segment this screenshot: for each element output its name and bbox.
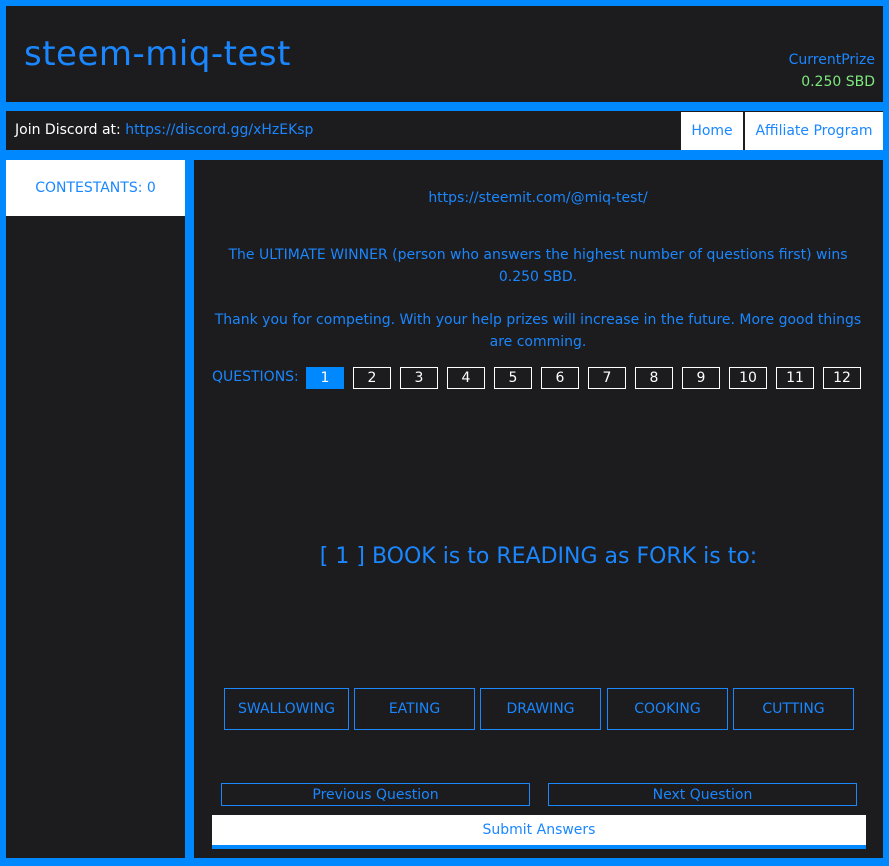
answer-button-drawing[interactable]: DRAWING xyxy=(480,688,601,730)
sidebar: CONTESTANTS: 0 xyxy=(6,160,185,858)
answer-button-cooking[interactable]: COOKING xyxy=(607,688,728,730)
question-text: [ 1 ] BOOK is to READING as FORK is to: xyxy=(319,544,758,569)
question-button-10[interactable]: 10 xyxy=(729,367,767,389)
current-prize-value: 0.250 SBD xyxy=(801,74,875,90)
quiz-panel: https://steemit.com/@miq-test/ The ULTIM… xyxy=(194,160,883,858)
answer-button-swallowing[interactable]: SWALLOWING xyxy=(224,688,349,730)
question-button-9[interactable]: 9 xyxy=(682,367,720,389)
question-button-1[interactable]: 1 xyxy=(306,367,344,389)
winner-info-text: The ULTIMATE WINNER (person who answers … xyxy=(228,247,848,285)
answer-button-eating[interactable]: EATING xyxy=(354,688,475,730)
question-button-5[interactable]: 5 xyxy=(494,367,532,389)
current-prize-label: CurrentPrize xyxy=(788,52,875,68)
contestants-count: CONTESTANTS: 0 xyxy=(6,160,185,216)
steemit-profile-link[interactable]: https://steemit.com/@miq-test/ xyxy=(208,187,868,209)
question-button-3[interactable]: 3 xyxy=(400,367,438,389)
site-title: steem-miq-test xyxy=(24,34,291,74)
nav-bar: Join Discord at: https://discord.gg/xHzE… xyxy=(6,111,883,150)
submit-answers-button[interactable]: Submit Answers xyxy=(212,815,866,849)
next-question-button[interactable]: Next Question xyxy=(548,783,857,806)
header: steem-miq-test CurrentPrize 0.250 SBD xyxy=(6,6,883,102)
question-button-6[interactable]: 6 xyxy=(541,367,579,389)
answer-button-cutting[interactable]: CUTTING xyxy=(733,688,854,730)
discord-link[interactable]: https://discord.gg/xHzEKsp xyxy=(125,122,313,138)
question-button-4[interactable]: 4 xyxy=(447,367,485,389)
question-button-12[interactable]: 12 xyxy=(823,367,861,389)
nav-home-button[interactable]: Home xyxy=(681,112,743,150)
question-button-8[interactable]: 8 xyxy=(635,367,673,389)
questions-label: QUESTIONS: xyxy=(212,369,299,385)
discord-label: Join Discord at: xyxy=(15,122,126,138)
question-button-11[interactable]: 11 xyxy=(776,367,814,389)
discord-invite: Join Discord at: https://discord.gg/xHzE… xyxy=(15,122,313,138)
question-button-2[interactable]: 2 xyxy=(353,367,391,389)
nav-affiliate-button[interactable]: Affiliate Program xyxy=(745,112,883,150)
previous-question-button[interactable]: Previous Question xyxy=(221,783,530,806)
thanks-text: Thank you for competing. With your help … xyxy=(214,312,862,350)
question-button-7[interactable]: 7 xyxy=(588,367,626,389)
